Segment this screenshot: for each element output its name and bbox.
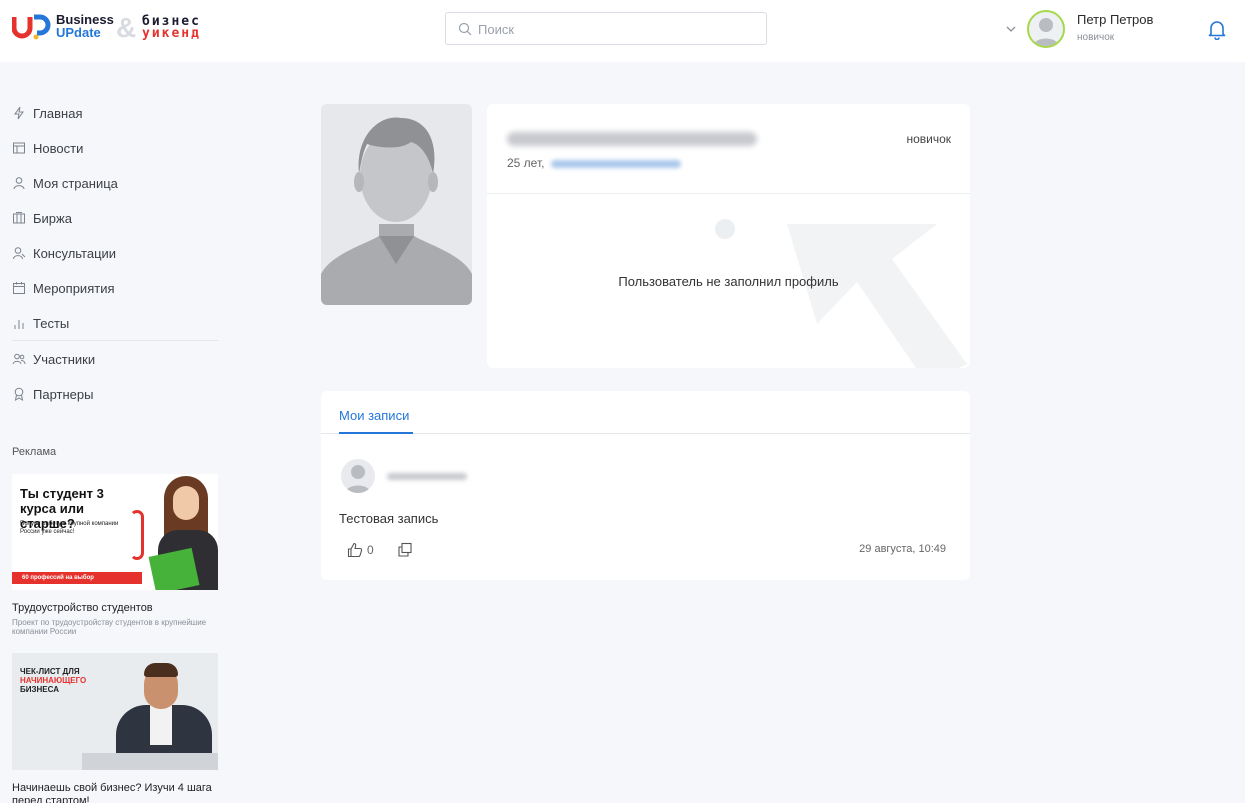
sidebar-item-label: Мероприятия xyxy=(33,280,115,296)
tabs-divider xyxy=(321,433,970,434)
sidebar-item-events[interactable]: Мероприятия xyxy=(12,278,115,298)
sidebar-item-exchange[interactable]: Биржа xyxy=(12,208,72,228)
consult-icon xyxy=(13,247,26,260)
avatar[interactable] xyxy=(1027,10,1065,48)
like-count: 0 xyxy=(367,543,374,557)
ad-heading-line2: НАЧИНАЮЩЕГО xyxy=(20,676,87,685)
tab-my-posts[interactable]: Мои записи xyxy=(339,408,409,423)
logo-line4: уикенд xyxy=(142,26,201,41)
sidebar-item-participants[interactable]: Участники xyxy=(12,349,95,369)
ad-photo-desk xyxy=(82,753,218,770)
logo-text-business-weekend: бизнес уикенд xyxy=(142,15,201,41)
profile-photo xyxy=(321,104,472,305)
logo-ampersand: & xyxy=(116,12,137,43)
decorative-squiggle xyxy=(130,510,144,560)
bars-icon xyxy=(14,320,24,329)
ad-caption[interactable]: Начинаешь свой бизнес? Изучи 4 шага пере… xyxy=(12,782,218,803)
award-icon xyxy=(14,387,24,401)
search-icon xyxy=(458,22,472,36)
tab-active-indicator xyxy=(339,432,413,434)
logo-text-business-update: Business UPdate xyxy=(56,13,114,39)
calendar-icon xyxy=(13,282,25,294)
profile-empty-message: Пользователь не заполнил профиль xyxy=(618,274,839,289)
ad-heading: ЧЕК-ЛИСТ ДЛЯ НАЧИНАЮЩЕГО БИЗНЕСА xyxy=(20,667,90,694)
sidebar-item-label: Партнеры xyxy=(33,386,94,402)
profile-email-blurred[interactable] xyxy=(551,160,681,168)
ad-photo-books xyxy=(148,547,200,590)
search-input[interactable] xyxy=(478,18,758,40)
decorative-dot xyxy=(715,219,735,239)
sidebar-item-label: Биржа xyxy=(33,210,72,226)
search-box[interactable] xyxy=(445,12,767,45)
chevron-down-icon[interactable] xyxy=(1004,22,1018,36)
like-icon[interactable] xyxy=(347,542,363,558)
sidebar-item-news[interactable]: Новости xyxy=(12,138,83,158)
logo-line2: UPdate xyxy=(56,25,101,40)
ads-title: Реклама xyxy=(12,446,57,458)
ad-banner-checklist[interactable]: ЧЕК-ЛИСТ ДЛЯ НАЧИНАЮЩЕГО БИЗНЕСА xyxy=(12,653,218,770)
avatar-placeholder-icon xyxy=(1033,18,1059,46)
sidebar-item-label: Моя страница xyxy=(33,175,118,191)
top-header: Business UPdate & бизнес уикенд Петр Пет… xyxy=(0,0,1245,62)
profile-card: 25 лет, новичок Пользователь не заполнил… xyxy=(487,104,970,368)
post-author-avatar[interactable] xyxy=(341,459,375,493)
sidebar-item-label: Участники xyxy=(33,351,96,367)
user-name[interactable]: Петр Петров xyxy=(1077,12,1153,27)
ad-caption[interactable]: Трудоустройство студентов xyxy=(12,602,153,614)
ad-strip: 60 профессий на выбор xyxy=(12,572,142,584)
ad-description: Проект по трудоустройству студентов в кр… xyxy=(12,618,207,636)
avatar-placeholder-icon xyxy=(321,117,472,305)
post-date: 29 августа, 10:49 xyxy=(859,543,946,555)
profile-rank: новичок xyxy=(906,132,951,146)
sidebar-item-label: Главная xyxy=(33,105,83,121)
news-icon xyxy=(13,142,25,154)
sidebar-item-label: Консультации xyxy=(33,245,117,261)
ad-heading-line1: ЧЕК-ЛИСТ ДЛЯ xyxy=(20,667,80,676)
sidebar-divider xyxy=(12,340,218,341)
posts-card: Мои записи Тестовая запись 0 29 августа,… xyxy=(321,391,970,580)
ad-heading-line3: БИЗНЕСА xyxy=(20,685,59,694)
profile-name-blurred xyxy=(507,132,757,146)
user-icon xyxy=(13,177,25,190)
sidebar-item-consultations[interactable]: Консультации xyxy=(12,243,116,263)
sidebar-item-label: Тесты xyxy=(33,315,70,331)
lightning-icon xyxy=(14,106,24,120)
bell-icon[interactable] xyxy=(1208,20,1226,40)
post-author-blurred[interactable] xyxy=(387,473,467,480)
exchange-icon xyxy=(13,212,25,224)
sidebar-item-partners[interactable]: Партнеры xyxy=(12,384,93,404)
sidebar-item-tests[interactable]: Тесты xyxy=(12,313,69,333)
user-rank: новичок xyxy=(1077,32,1115,43)
post-text: Тестовая запись xyxy=(339,511,439,526)
logo[interactable]: Business UPdate & бизнес уикенд xyxy=(11,12,199,43)
sidebar-item-label: Новости xyxy=(33,140,84,156)
sidebar-item-home[interactable]: Главная xyxy=(12,103,82,123)
profile-age: 25 лет, xyxy=(507,156,545,170)
copy-icon[interactable] xyxy=(397,542,413,558)
ad-banner-students[interactable]: Ты студент 3 курса или старше? Получи ра… xyxy=(12,474,218,590)
ad-photo-shirt xyxy=(150,705,172,745)
profile-divider xyxy=(487,193,970,194)
ad-photo-hair xyxy=(144,663,178,677)
sidebar-item-my-page[interactable]: Моя страница xyxy=(12,173,118,193)
avatar-placeholder-icon xyxy=(345,465,371,493)
ad-photo-face xyxy=(173,486,199,520)
decorative-arrow-icon xyxy=(787,224,967,368)
users-icon xyxy=(12,353,26,365)
ad-text: Получи работу в крупной компании России … xyxy=(20,521,119,535)
logo-mark xyxy=(11,14,52,40)
